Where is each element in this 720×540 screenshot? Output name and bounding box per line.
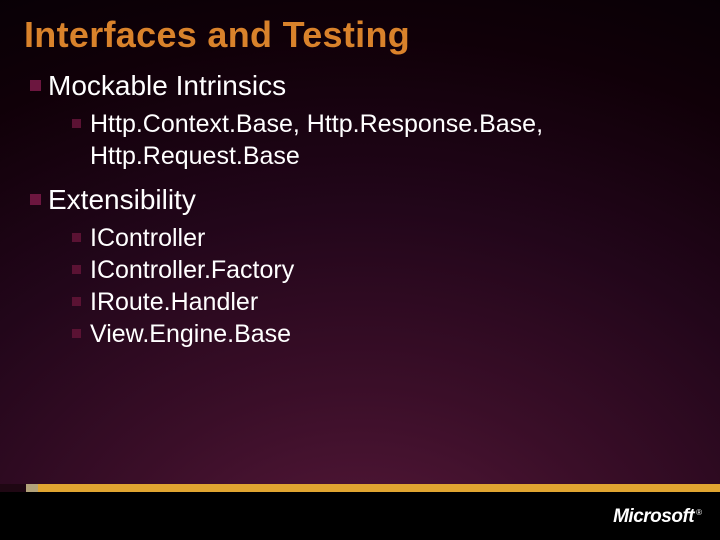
bullet-level1-label: Extensibility bbox=[48, 184, 196, 215]
bullet-level2: IRoute.Handler bbox=[72, 286, 690, 318]
bullet-level2-label: Http.Context.Base, Http.Response.Base, H… bbox=[90, 110, 543, 170]
bullet-level2: Http.Context.Base, Http.Response.Base, H… bbox=[72, 108, 690, 172]
square-bullet-icon bbox=[72, 119, 81, 128]
bullet-level2: IController.Factory bbox=[72, 254, 690, 286]
footer-bar: Microsoft ® bbox=[0, 492, 720, 540]
bullet-level2: View.Engine.Base bbox=[72, 318, 690, 350]
bullet-level2-group: Http.Context.Base, Http.Response.Base, H… bbox=[72, 108, 690, 172]
bullet-level1-label: Mockable Intrinsics bbox=[48, 70, 286, 101]
microsoft-wordmark: Microsoft bbox=[613, 506, 694, 528]
bullet-level2-group: IController IController.Factory IRoute.H… bbox=[72, 222, 690, 350]
square-bullet-icon bbox=[72, 297, 81, 306]
microsoft-logo: Microsoft ® bbox=[613, 506, 702, 528]
bullet-level2-label: IController bbox=[90, 224, 205, 252]
accent-segment bbox=[0, 484, 26, 492]
bullet-level2-label: IController.Factory bbox=[90, 256, 294, 284]
square-bullet-icon bbox=[30, 194, 41, 205]
square-bullet-icon bbox=[72, 265, 81, 274]
slide-content: Mockable Intrinsics Http.Context.Base, H… bbox=[30, 68, 690, 360]
bullet-level1: Mockable Intrinsics bbox=[30, 68, 690, 104]
accent-segment bbox=[26, 484, 38, 492]
bullet-level2-label: IRoute.Handler bbox=[90, 288, 258, 316]
slide-title: Interfaces and Testing bbox=[24, 14, 410, 56]
trademark-icon: ® bbox=[696, 508, 702, 517]
slide: Interfaces and Testing Mockable Intrinsi… bbox=[0, 0, 720, 540]
bullet-level2-label: View.Engine.Base bbox=[90, 320, 291, 348]
square-bullet-icon bbox=[72, 329, 81, 338]
bullet-level2: IController bbox=[72, 222, 690, 254]
accent-divider bbox=[0, 484, 720, 492]
bullet-level1: Extensibility bbox=[30, 182, 690, 218]
accent-segment bbox=[38, 484, 720, 492]
square-bullet-icon bbox=[30, 80, 41, 91]
square-bullet-icon bbox=[72, 233, 81, 242]
